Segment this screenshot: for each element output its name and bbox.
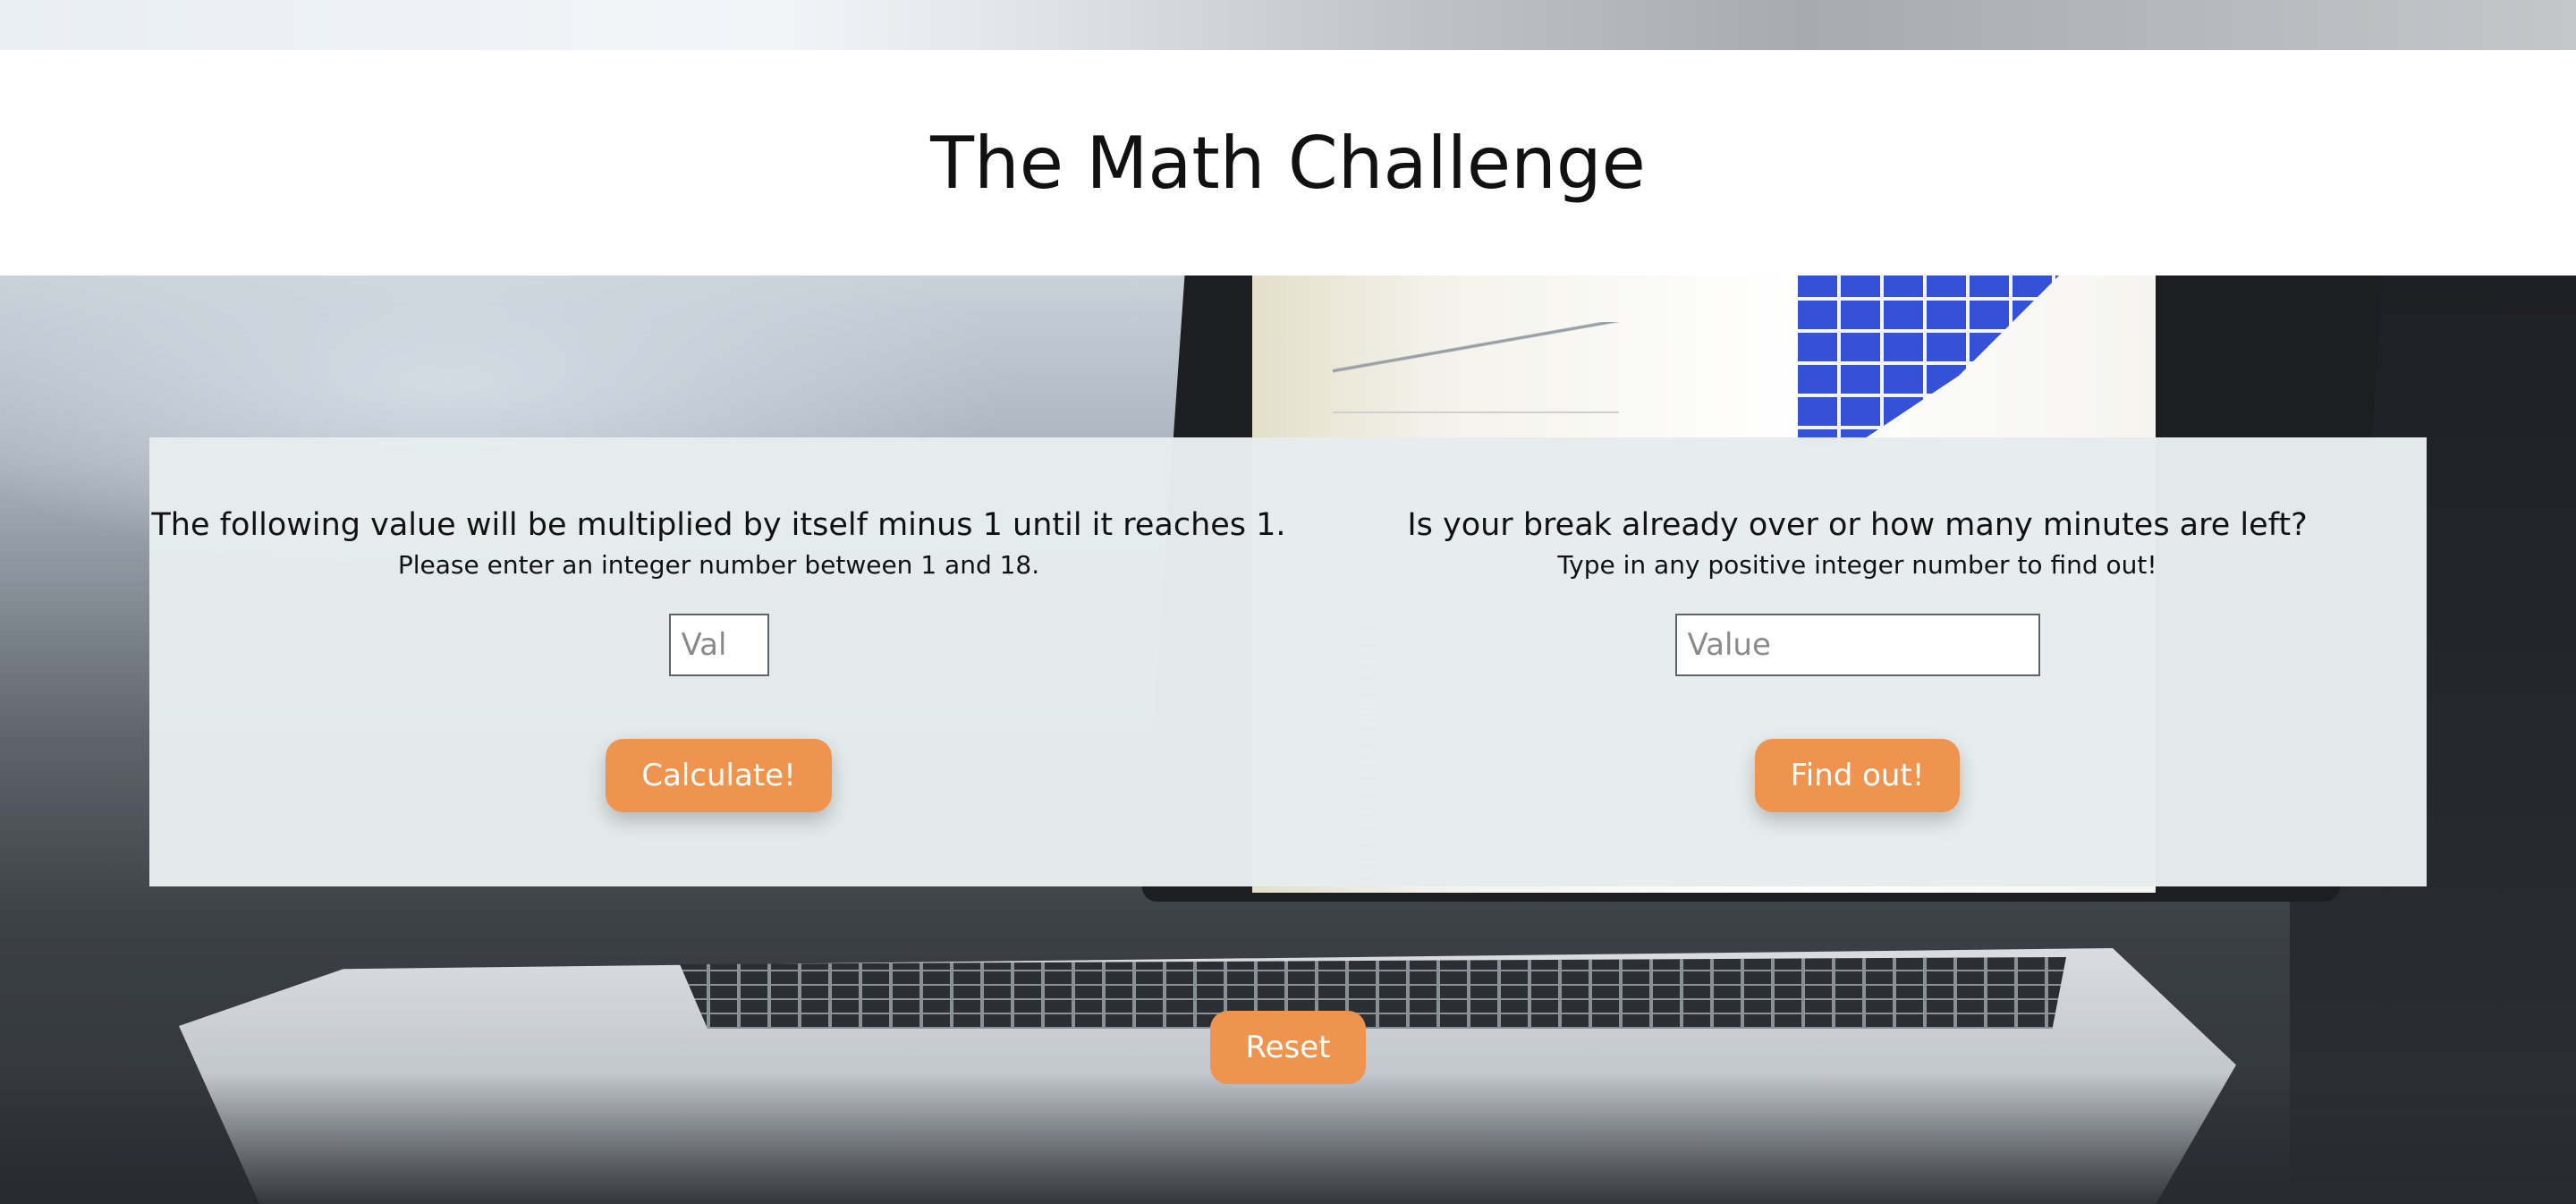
calculate-button[interactable]: Calculate! — [606, 739, 832, 812]
challenge-panel: The following value will be multiplied b… — [149, 437, 2427, 886]
page-header: The Math Challenge — [0, 50, 2576, 276]
break-section: Is your break already over or how many m… — [1288, 437, 2427, 886]
factorial-value-input[interactable] — [668, 614, 769, 676]
background-floor — [0, 1073, 2576, 1204]
screen-line-chart — [1333, 304, 1619, 413]
factorial-hint: Please enter an integer number between 1… — [397, 550, 1040, 580]
background-top-strip — [0, 0, 2576, 50]
break-hint: Type in any positive integer number to f… — [1557, 550, 2157, 580]
find-out-button[interactable]: Find out! — [1754, 739, 1961, 812]
break-minutes-input[interactable] — [1674, 614, 2040, 676]
factorial-prompt: The following value will be multiplied b… — [151, 507, 1286, 543]
reset-button[interactable]: Reset — [1210, 1011, 1366, 1084]
laptop-keyboard — [680, 957, 2066, 1029]
page-title: The Math Challenge — [930, 121, 1646, 205]
factorial-section: The following value will be multiplied b… — [149, 437, 1288, 886]
break-prompt: Is your break already over or how many m… — [1407, 507, 2308, 543]
page: The Math Challenge The following value w… — [0, 0, 2576, 1204]
